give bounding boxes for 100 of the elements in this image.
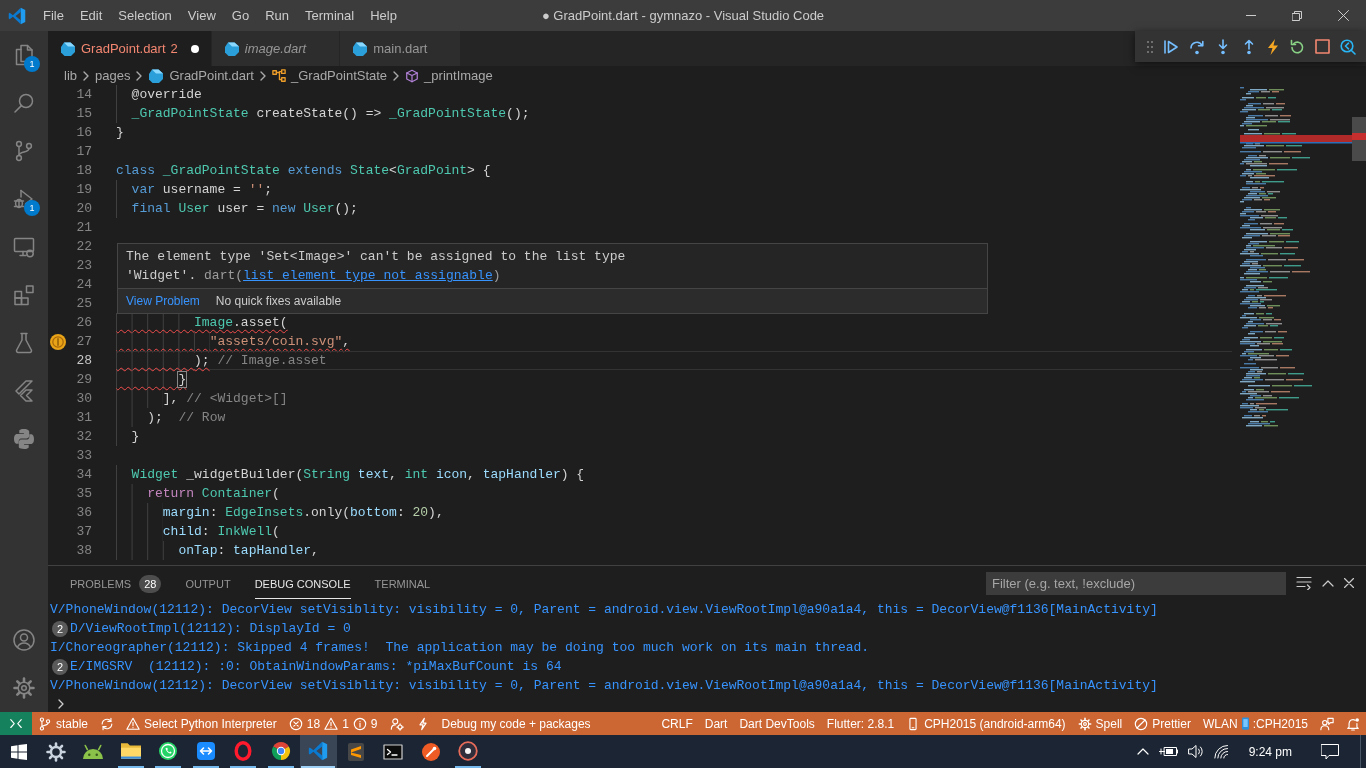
feedback-icon[interactable] xyxy=(1320,716,1334,731)
code-line: ); // Row xyxy=(116,408,226,427)
robot-head-icon[interactable] xyxy=(83,744,104,759)
line-number: 25 xyxy=(75,295,92,313)
gear-icon[interactable] xyxy=(45,741,66,762)
editor-tab[interactable]: GradPoint.dart 2 xyxy=(48,31,212,66)
restore-icon[interactable] xyxy=(1292,10,1302,21)
grip-icon[interactable] xyxy=(1147,40,1153,53)
settings-icon[interactable] xyxy=(12,676,36,700)
person-gear-icon[interactable] xyxy=(389,716,404,731)
breadcrumb-item[interactable]: pages xyxy=(95,68,131,83)
status-item[interactable]: WLAN xyxy=(1202,716,1238,731)
filter-field[interactable]: Filter (e.g. text, !exclude) xyxy=(986,571,1286,595)
line-number: 29 xyxy=(75,371,92,389)
status-item[interactable]: Spell xyxy=(1095,716,1123,731)
status-item[interactable]: stable xyxy=(56,716,89,731)
class-symbol-icon xyxy=(272,68,286,83)
ring-icon[interactable] xyxy=(233,740,254,761)
scrollbar[interactable] xyxy=(1352,117,1366,161)
prohibited-icon[interactable] xyxy=(1134,716,1149,731)
status-item[interactable]: Select Python Interpreter xyxy=(144,716,277,731)
panel-tab[interactable]: PROBLEMS 28 xyxy=(70,570,162,599)
striped-tile-icon[interactable] xyxy=(345,741,366,762)
status-item[interactable]: :CPH2015 xyxy=(1252,716,1308,731)
account-icon[interactable] xyxy=(12,628,36,652)
play-bug-icon[interactable] xyxy=(12,187,36,211)
clock[interactable]: 9:24 pm xyxy=(1240,744,1300,759)
menu-item[interactable]: View xyxy=(179,0,224,31)
info-count[interactable]: 9 xyxy=(370,716,378,731)
warning-icon[interactable] xyxy=(324,716,339,731)
warning-icon[interactable] xyxy=(126,716,141,731)
menu-item[interactable]: Edit xyxy=(71,0,111,31)
arrows-tile-icon[interactable] xyxy=(195,740,216,761)
terminal-icon[interactable] xyxy=(383,743,404,760)
chevrons-logo-icon[interactable] xyxy=(12,379,36,403)
snake-logo-icon[interactable] xyxy=(12,427,36,451)
list-icon[interactable] xyxy=(1296,576,1312,590)
panel-tab[interactable]: OUTPUT xyxy=(185,570,231,599)
close-icon[interactable] xyxy=(1344,578,1354,588)
breadcrumb-item[interactable]: _GradPointState xyxy=(291,68,388,83)
sync-icon[interactable] xyxy=(100,716,115,731)
monitor-icon[interactable] xyxy=(12,235,36,259)
menu-item[interactable]: Help xyxy=(362,0,405,31)
editor-tab[interactable]: main.dart xyxy=(340,31,462,66)
warning-count[interactable]: 1 xyxy=(342,716,349,731)
line-number: 20 xyxy=(75,200,92,218)
menu-item[interactable]: Run xyxy=(257,0,297,31)
info-icon[interactable] xyxy=(352,716,367,731)
notification-icon[interactable] xyxy=(1321,743,1339,760)
chat-bubble-icon[interactable] xyxy=(158,740,179,761)
editor-logo-icon xyxy=(8,6,26,25)
editor-tab[interactable]: image.dart xyxy=(211,31,341,66)
folder-icon[interactable] xyxy=(120,742,141,759)
volume-icon[interactable] xyxy=(1187,744,1204,759)
status-item[interactable]: Dart DevTools xyxy=(739,716,815,731)
status-item[interactable]: CRLF xyxy=(661,716,693,731)
battery-icon[interactable] xyxy=(1158,746,1178,757)
status-item[interactable]: Prettier xyxy=(1152,716,1191,731)
branch-icon[interactable] xyxy=(38,716,52,731)
start-icon[interactable] xyxy=(10,743,27,760)
view-problem-link[interactable]: View Problem xyxy=(126,294,200,308)
status-item[interactable]: Debug my code + packages xyxy=(441,716,591,731)
error-icon[interactable] xyxy=(288,716,303,731)
chevron-icon xyxy=(136,70,143,81)
active-app-highlight[interactable] xyxy=(299,735,337,768)
breadcrumb-item[interactable]: GradPoint.dart xyxy=(169,68,254,83)
panel-tab[interactable]: DEBUG CONSOLE xyxy=(254,570,351,599)
status-item[interactable]: Flutter: 2.8.1 xyxy=(826,716,895,731)
line-number: 38 xyxy=(75,542,92,560)
menu-item[interactable]: File xyxy=(35,0,72,31)
menu-item[interactable]: Go xyxy=(223,0,258,31)
slashed-circle-icon[interactable] xyxy=(420,741,441,762)
panel-tab[interactable]: TERMINAL xyxy=(374,570,431,599)
menu-item[interactable]: Terminal xyxy=(297,0,363,31)
menu-item[interactable]: Selection xyxy=(110,0,180,31)
search-icon[interactable] xyxy=(12,91,36,115)
error-count[interactable]: 18 xyxy=(306,716,321,731)
remote-icon[interactable] xyxy=(9,716,23,731)
chevron-up-icon[interactable] xyxy=(1322,579,1334,587)
rule-link[interactable]: list_element_type_not_assignable xyxy=(243,268,493,283)
segmented-circle-icon[interactable] xyxy=(270,740,291,761)
remote-button[interactable] xyxy=(0,712,32,735)
lightning-icon[interactable] xyxy=(1267,38,1279,55)
restart-icon[interactable] xyxy=(1289,38,1305,55)
step-over-icon[interactable] xyxy=(1189,38,1205,55)
status-item[interactable]: Dart xyxy=(704,716,728,731)
breadcrumb-item[interactable]: lib xyxy=(64,68,77,83)
continue-icon[interactable] xyxy=(1163,38,1179,55)
bell-icon[interactable] xyxy=(1346,716,1360,731)
disc-icon[interactable] xyxy=(458,740,479,761)
close-icon[interactable] xyxy=(1337,10,1349,21)
minimap[interactable] xyxy=(1240,87,1352,427)
line-number: 37 xyxy=(75,523,92,541)
extensions-icon[interactable] xyxy=(12,283,36,307)
line-number: 32 xyxy=(75,428,92,446)
breadcrumb-item[interactable]: _printImage xyxy=(424,68,493,83)
wifi-icon[interactable] xyxy=(1213,744,1231,759)
magnifier-icon[interactable] xyxy=(1340,38,1356,55)
stop-icon[interactable] xyxy=(1315,39,1330,54)
status-item[interactable]: CPH2015 (android-arm64) xyxy=(924,716,1066,731)
